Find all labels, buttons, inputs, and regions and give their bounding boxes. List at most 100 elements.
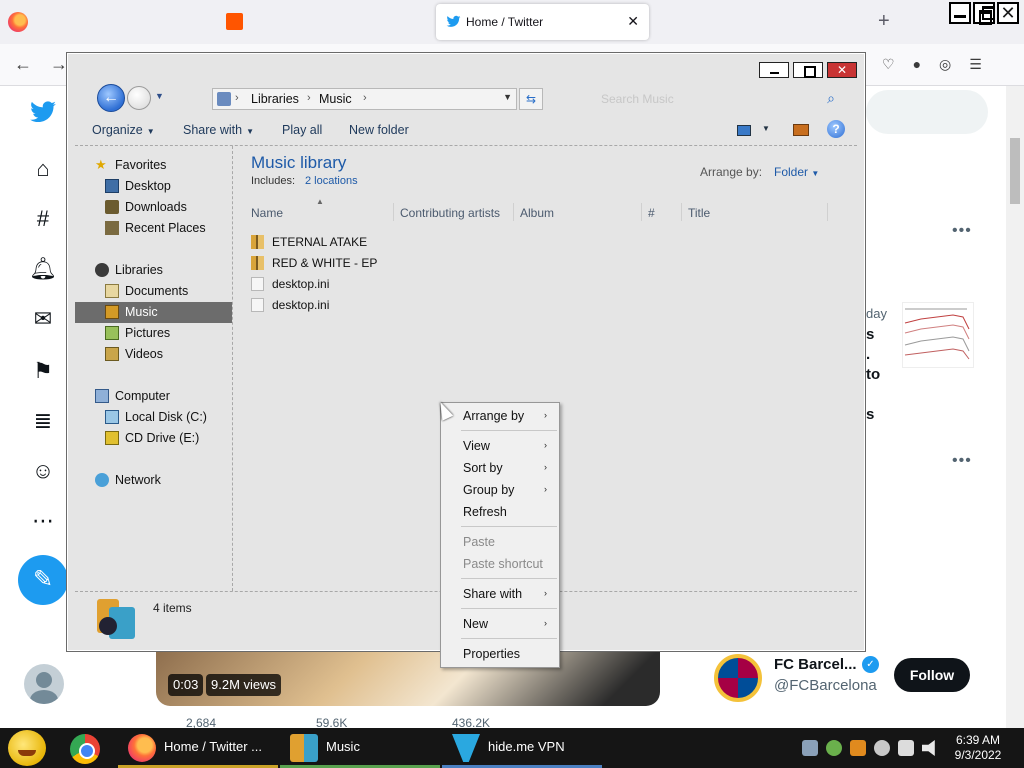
firefox-menu-icon[interactable] xyxy=(8,12,28,32)
menu-sort-by[interactable]: Sort by xyxy=(463,461,503,475)
arrange-by-dropdown[interactable]: Folder ▼ xyxy=(774,165,819,179)
follow-button[interactable]: Follow xyxy=(894,658,970,692)
more-options-icon[interactable]: ••• xyxy=(952,222,972,240)
start-button[interactable] xyxy=(8,730,46,766)
taskbar-item-firefox[interactable]: Home / Twitter ... xyxy=(118,728,278,768)
back-arrow-icon[interactable]: ← xyxy=(97,84,125,112)
network-tray-icon[interactable] xyxy=(898,740,914,756)
soundcloud-tab-icon[interactable] xyxy=(226,13,243,30)
address-bar[interactable]: › Libraries › Music › ▼ xyxy=(212,88,517,110)
twitter-logo-icon[interactable] xyxy=(28,98,58,128)
minimize-button[interactable] xyxy=(949,2,971,24)
bookmarks-icon[interactable]: ⚑ xyxy=(28,356,58,386)
new-folder-button[interactable]: New folder xyxy=(349,123,409,137)
maximize-button[interactable] xyxy=(793,62,823,78)
system-clock[interactable]: 6:39 AM 9/3/2022 xyxy=(954,733,1002,763)
column-separator[interactable] xyxy=(827,203,828,221)
explorer-window-controls: ✕ xyxy=(759,62,857,78)
forward-button[interactable] xyxy=(127,86,151,110)
change-view-icon[interactable] xyxy=(737,125,751,136)
libraries-icon xyxy=(95,263,109,277)
locations-link[interactable]: 2 locations xyxy=(305,175,358,187)
pane-divider[interactable] xyxy=(232,146,233,591)
breadcrumb-music[interactable]: Music xyxy=(319,92,352,106)
chevron-right-icon[interactable]: › xyxy=(235,92,239,104)
account-avatar[interactable] xyxy=(24,664,64,704)
taskbar-item-music[interactable]: Music xyxy=(280,728,440,768)
column-separator[interactable] xyxy=(393,203,394,221)
close-button[interactable]: ✕ xyxy=(997,2,1019,24)
chevron-right-icon[interactable]: › xyxy=(307,92,311,104)
column-contributing-artists[interactable]: Contributing artists xyxy=(400,206,500,220)
notifications-bell-icon[interactable]: 🔔︎ xyxy=(28,254,58,284)
menu-arrange-by[interactable]: Arrange by xyxy=(463,409,524,423)
chrome-icon[interactable] xyxy=(70,734,100,764)
breadcrumb-libraries[interactable]: Libraries xyxy=(251,92,299,106)
tray-icon[interactable] xyxy=(874,740,890,756)
tab-twitter[interactable]: Home / Twitter ✕ xyxy=(436,4,649,40)
toolbar-divider xyxy=(75,145,857,146)
preview-pane-icon[interactable] xyxy=(793,124,809,136)
menu-properties[interactable]: Properties xyxy=(463,647,520,661)
back-arrow-icon[interactable]: ← xyxy=(14,54,32,75)
tray-icon[interactable] xyxy=(802,740,818,756)
taskbar-item-hideme[interactable]: hide.me VPN xyxy=(442,728,602,768)
account-name[interactable]: FC Barcel... xyxy=(774,656,857,673)
column-track-number[interactable]: # xyxy=(648,206,655,220)
menu-view[interactable]: View xyxy=(463,439,490,453)
search-input[interactable]: Search Music ⌕ xyxy=(593,88,841,110)
column-name[interactable]: Name xyxy=(251,206,283,220)
column-separator[interactable] xyxy=(513,203,514,221)
volume-icon[interactable] xyxy=(922,740,935,756)
column-title[interactable]: Title xyxy=(688,206,710,220)
pocket-icon[interactable]: ♡ xyxy=(882,56,895,73)
profile-icon[interactable]: ● xyxy=(913,56,921,73)
page-scrollbar[interactable] xyxy=(1006,86,1024,728)
tray-icon[interactable] xyxy=(826,740,842,756)
search-icon[interactable]: ⌕ xyxy=(827,90,835,107)
profile-person-icon[interactable]: ☺ xyxy=(28,456,58,486)
music-library-icon xyxy=(97,599,137,641)
documents-icon xyxy=(105,284,119,298)
hamburger-menu-icon[interactable]: ☰ xyxy=(969,56,982,73)
recent-places-icon xyxy=(105,221,119,235)
share-with-button[interactable]: Share with ▼ xyxy=(183,123,254,137)
extension-icon[interactable]: ◎ xyxy=(939,56,951,73)
column-album[interactable]: Album xyxy=(520,206,554,220)
more-circle-icon[interactable]: ⋯ xyxy=(28,506,58,536)
submenu-arrow-icon: › xyxy=(544,484,547,494)
organize-button[interactable]: Organize ▼ xyxy=(92,123,155,137)
restore-button[interactable] xyxy=(973,2,995,25)
column-separator[interactable] xyxy=(681,203,682,221)
refresh-icon[interactable]: ⇆ xyxy=(519,88,543,110)
submenu-arrow-icon: › xyxy=(544,588,547,598)
twitter-search-box[interactable] xyxy=(866,90,988,134)
new-tab-button[interactable]: + xyxy=(878,10,890,33)
address-dropdown-icon[interactable]: ▼ xyxy=(503,92,512,102)
tab-close-icon[interactable]: ✕ xyxy=(627,13,639,30)
help-icon[interactable]: ? xyxy=(827,120,845,138)
minimize-button[interactable] xyxy=(759,62,789,78)
explore-hash-icon[interactable]: # xyxy=(28,204,58,234)
close-button[interactable]: ✕ xyxy=(827,62,857,78)
taskbar: Home / Twitter ... Music hide.me VPN 6:3… xyxy=(0,728,1024,768)
search-tray-icon[interactable] xyxy=(850,740,866,756)
more-options-icon[interactable]: ••• xyxy=(952,452,972,470)
home-icon[interactable]: ⌂ xyxy=(28,154,58,184)
play-all-button[interactable]: Play all xyxy=(282,123,322,137)
view-options-dropdown-icon[interactable]: ▼ xyxy=(762,124,770,133)
chevron-right-icon[interactable]: › xyxy=(363,92,367,104)
trend-thumbnail[interactable] xyxy=(902,302,974,368)
menu-share-with[interactable]: Share with xyxy=(463,587,522,601)
menu-group-by[interactable]: Group by xyxy=(463,483,514,497)
history-dropdown-icon[interactable]: ▼ xyxy=(155,91,164,101)
messages-envelope-icon[interactable]: ✉ xyxy=(28,304,58,334)
scrollbar-thumb[interactable] xyxy=(1010,138,1020,204)
column-separator[interactable] xyxy=(641,203,642,221)
menu-refresh[interactable]: Refresh xyxy=(463,505,507,519)
account-handle: @FCBarcelona xyxy=(774,677,877,694)
lists-icon[interactable]: ≣ xyxy=(28,406,58,436)
compose-tweet-button[interactable]: ✎ xyxy=(18,555,68,605)
fcbarcelona-avatar[interactable] xyxy=(714,654,762,702)
menu-new[interactable]: New xyxy=(463,617,488,631)
